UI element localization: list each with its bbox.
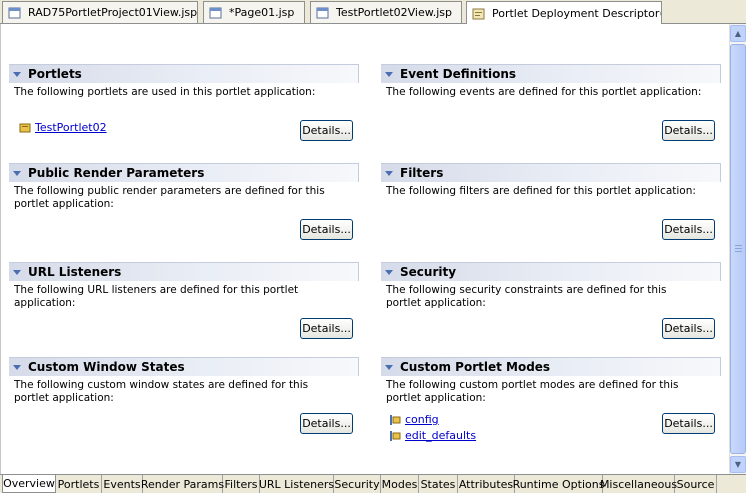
section-filters: Filters The following filters are define…: [381, 163, 721, 248]
portlets-details-button[interactable]: Details...: [300, 120, 353, 141]
section-security: Security The following security constrai…: [381, 262, 721, 347]
section-header[interactable]: Custom Portlet Modes: [381, 357, 721, 376]
section-description: The following events are defined for thi…: [386, 86, 702, 98]
section-description: The following public render parameters a…: [14, 185, 325, 210]
section-title: Portlets: [28, 67, 82, 81]
window-states-details-button[interactable]: Details...: [300, 413, 353, 434]
close-icon[interactable]: ⊗: [659, 7, 661, 20]
section-portlets: Portlets The following portlets are used…: [9, 64, 359, 149]
tab-label: *Page01.jsp: [229, 6, 295, 19]
list-item[interactable]: config: [389, 413, 439, 426]
jsp-file-icon: [209, 7, 222, 18]
tab-source[interactable]: Source: [675, 475, 717, 493]
collapse-icon[interactable]: [385, 170, 393, 176]
section-description: The following filters are defined for th…: [386, 185, 696, 197]
mode-link-config[interactable]: config: [405, 413, 439, 426]
jsp-file-icon: [8, 7, 21, 18]
tab-url-listeners[interactable]: URL Listeners: [259, 475, 334, 493]
section-header[interactable]: Security: [381, 262, 721, 281]
section-title: Event Definitions: [400, 67, 517, 81]
section-description: The following custom portlet modes are d…: [386, 379, 679, 404]
portlet-icon: [19, 123, 31, 132]
section-event-definitions: Event Definitions The following events a…: [381, 64, 721, 149]
scroll-thumb[interactable]: [730, 44, 746, 454]
tab-testportlet02-view[interactable]: TestPortlet02View.jsp: [310, 1, 462, 23]
tab-portlet-deployment-descriptor[interactable]: Portlet Deployment Descriptor ⊗: [466, 1, 662, 25]
list-item[interactable]: edit_defaults: [389, 429, 476, 442]
tab-portlets[interactable]: Portlets: [56, 475, 102, 493]
url-listeners-details-button[interactable]: Details...: [300, 318, 353, 339]
tab-overview[interactable]: Overview: [2, 475, 56, 493]
overview-page: Portlets The following portlets are used…: [0, 24, 729, 474]
tab-page01[interactable]: *Page01.jsp: [203, 1, 305, 23]
tab-events[interactable]: Events: [102, 475, 143, 493]
section-description: The following portlets are used in this …: [14, 86, 316, 98]
scroll-down-icon[interactable]: ▼: [730, 456, 746, 473]
section-title: Public Render Parameters: [28, 166, 205, 180]
section-url-listeners: URL Listeners The following URL listener…: [9, 262, 359, 347]
tab-label: RAD75PortletProject01View.jsp: [28, 6, 198, 19]
list-item[interactable]: TestPortlet02: [19, 121, 107, 134]
mode-link-edit-defaults[interactable]: edit_defaults: [405, 429, 476, 442]
section-custom-portlet-modes: Custom Portlet Modes The following custo…: [381, 357, 721, 452]
section-header[interactable]: Event Definitions: [381, 64, 721, 83]
section-description: The following security constraints are d…: [386, 284, 667, 309]
tab-label: TestPortlet02View.jsp: [336, 6, 452, 19]
section-custom-window-states: Custom Window States The following custo…: [9, 357, 359, 442]
tab-render-params[interactable]: Render Params: [141, 475, 224, 493]
tab-states[interactable]: States: [419, 475, 458, 493]
bottom-tab-bar: Overview Portlets Events Render Params F…: [0, 474, 746, 493]
section-header[interactable]: URL Listeners: [9, 262, 359, 281]
section-description: The following custom window states are d…: [14, 379, 309, 404]
editor-tab-bar: RAD75PortletProject01View.jsp *Page01.js…: [0, 0, 746, 25]
portlet-modes-details-button[interactable]: Details...: [662, 413, 715, 434]
tab-label: Portlet Deployment Descriptor: [492, 7, 660, 20]
portlet-mode-icon: [390, 414, 401, 425]
tab-security[interactable]: Security: [334, 475, 381, 493]
events-details-button[interactable]: Details...: [662, 120, 715, 141]
tab-runtime-options[interactable]: Runtime Options: [513, 475, 604, 493]
tab-modes[interactable]: Modes: [381, 475, 419, 493]
tab-rad75-portlet-view[interactable]: RAD75PortletProject01View.jsp: [2, 1, 198, 23]
scroll-up-icon[interactable]: ▲: [730, 25, 746, 42]
section-title: Filters: [400, 166, 444, 180]
tab-filters[interactable]: Filters: [223, 475, 260, 493]
tab-miscellaneous[interactable]: Miscellaneous: [600, 475, 677, 493]
section-title: Custom Window States: [28, 360, 185, 374]
tab-attributes[interactable]: Attributes: [458, 475, 515, 493]
section-description: The following URL listeners are defined …: [14, 284, 299, 309]
deployment-descriptor-icon: [472, 8, 485, 19]
portlet-mode-icon: [390, 430, 401, 441]
section-title: URL Listeners: [28, 265, 122, 279]
collapse-icon[interactable]: [13, 170, 21, 176]
collapse-icon[interactable]: [385, 364, 393, 370]
section-header[interactable]: Custom Window States: [9, 357, 359, 376]
collapse-icon[interactable]: [385, 269, 393, 275]
section-title: Custom Portlet Modes: [400, 360, 551, 374]
section-header[interactable]: Filters: [381, 163, 721, 182]
collapse-icon[interactable]: [13, 71, 21, 77]
vertical-scrollbar[interactable]: ▲ ▼: [729, 24, 746, 474]
section-title: Security: [400, 265, 457, 279]
collapse-icon[interactable]: [385, 71, 393, 77]
collapse-icon[interactable]: [13, 269, 21, 275]
section-public-render-parameters: Public Render Parameters The following p…: [9, 163, 359, 248]
jsp-file-icon: [316, 7, 329, 18]
security-details-button[interactable]: Details...: [662, 318, 715, 339]
portlet-link[interactable]: TestPortlet02: [35, 121, 107, 134]
collapse-icon[interactable]: [13, 364, 21, 370]
section-header[interactable]: Public Render Parameters: [9, 163, 359, 182]
section-header[interactable]: Portlets: [9, 64, 359, 83]
filters-details-button[interactable]: Details...: [662, 219, 715, 240]
render-params-details-button[interactable]: Details...: [300, 219, 353, 240]
